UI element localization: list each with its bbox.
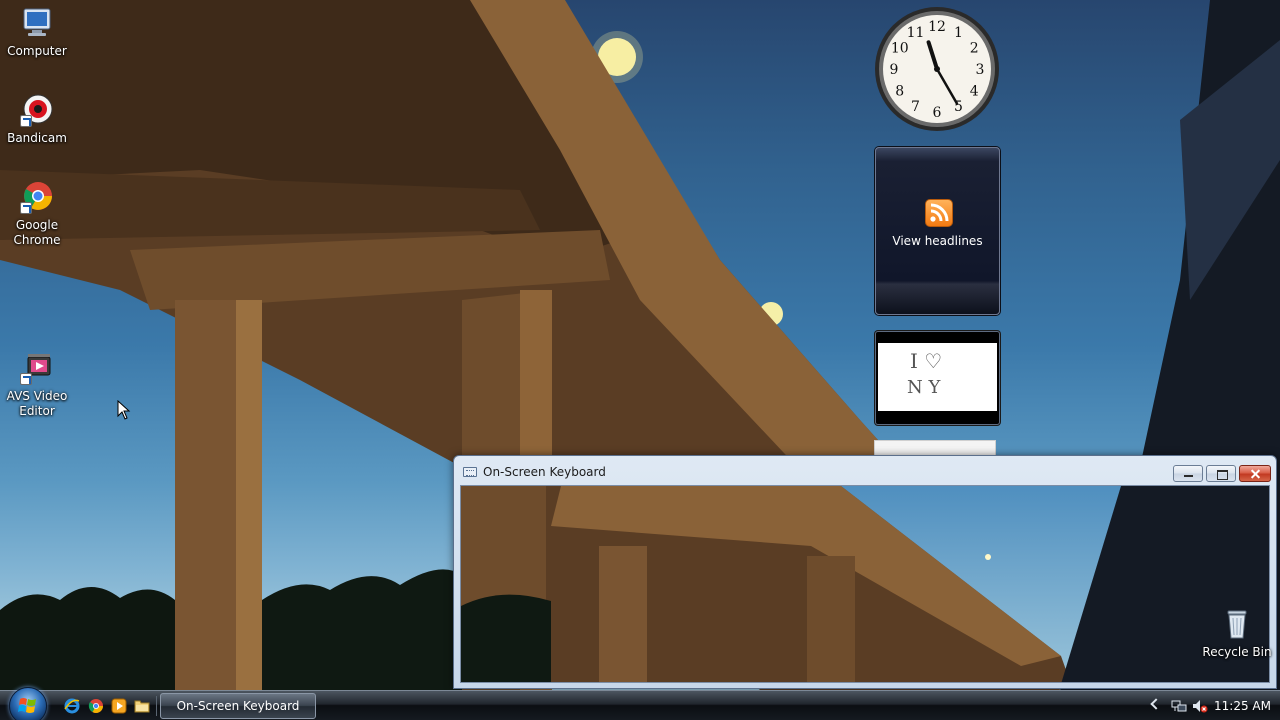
clock-numeral: 11 <box>907 25 925 41</box>
desktop-icon-avs-video-editor[interactable]: AVS Video Editor <box>0 351 74 419</box>
maximize-button[interactable] <box>1206 465 1236 482</box>
desktop-icon-recycle-bin[interactable]: Recycle Bin <box>1202 607 1272 659</box>
clock-numeral: 10 <box>891 41 909 57</box>
folder-icon[interactable] <box>134 698 150 714</box>
internet-explorer-icon[interactable] <box>64 698 80 714</box>
taskbar: On-Screen Keyboard 11:25 AM <box>0 687 1280 720</box>
desktop-icon-label: Bandicam <box>7 131 67 145</box>
shortcut-arrow-icon <box>20 115 32 127</box>
chrome-icon[interactable] <box>88 698 104 714</box>
slideshow-gadget[interactable]: I ♡ N Y <box>875 331 1000 425</box>
volume-muted-icon[interactable] <box>1192 698 1208 714</box>
clock-numeral: 12 <box>928 19 946 35</box>
chrome-icon <box>20 180 54 214</box>
slide-text-line1: I ♡ <box>910 349 943 373</box>
mouse-cursor-icon <box>117 400 131 420</box>
window-client-area <box>460 485 1270 683</box>
desktop-icon-computer[interactable]: Computer <box>0 6 74 59</box>
desktop-icon-bandicam[interactable]: Bandicam <box>0 93 74 146</box>
quick-launch-divider <box>156 696 157 716</box>
show-hidden-icons-chevron[interactable] <box>1150 698 1162 710</box>
clock-numeral: 1 <box>954 25 963 41</box>
shortcut-arrow-icon <box>20 373 32 385</box>
desktop-icon-label: Google Chrome <box>13 218 61 247</box>
slideshow-image: I ♡ N Y <box>878 343 997 411</box>
clock-numeral: 4 <box>970 84 979 100</box>
windows-start-icon <box>18 698 36 713</box>
network-icon[interactable] <box>1171 698 1187 714</box>
slide-text-line2: N Y <box>907 377 941 398</box>
clock-numeral: 7 <box>911 99 920 115</box>
clock-gadget[interactable]: 12 1 2 3 4 5 6 7 8 9 10 11 <box>874 6 1000 132</box>
close-button[interactable] <box>1239 465 1271 482</box>
clock-numeral: 3 <box>976 62 985 78</box>
clock-numeral: 9 <box>890 62 899 78</box>
computer-icon <box>20 6 54 40</box>
desktop-icon-label: AVS Video Editor <box>6 389 68 418</box>
window-title: On-Screen Keyboard <box>483 465 606 479</box>
clock-numeral: 6 <box>933 105 942 121</box>
system-clock[interactable]: 11:25 AM <box>1214 699 1271 713</box>
view-headlines-link[interactable]: View headlines <box>876 234 999 248</box>
clock-numeral: 2 <box>970 41 979 57</box>
feed-headlines-gadget[interactable]: View headlines <box>875 147 1000 315</box>
desktop-icon-label: Recycle Bin <box>1202 645 1272 659</box>
on-screen-keyboard-window[interactable]: On-Screen Keyboard <box>453 455 1277 689</box>
desktop-icon-label: Computer <box>7 44 67 58</box>
rss-icon <box>925 199 953 227</box>
bandicam-icon <box>20 93 54 127</box>
start-button[interactable] <box>9 687 47 720</box>
window-titlebar[interactable]: On-Screen Keyboard <box>454 456 1276 486</box>
desktop-icon-google-chrome[interactable]: Google Chrome <box>0 180 74 248</box>
taskbar-button-on-screen-keyboard[interactable]: On-Screen Keyboard <box>160 693 316 719</box>
clock-numeral: 8 <box>895 84 904 100</box>
keyboard-icon <box>463 467 477 477</box>
minimize-button[interactable] <box>1173 465 1203 482</box>
media-player-icon[interactable] <box>111 698 127 714</box>
avs-video-editor-icon <box>20 351 54 385</box>
recycle-bin-icon <box>1220 607 1254 641</box>
shortcut-arrow-icon <box>20 202 32 214</box>
